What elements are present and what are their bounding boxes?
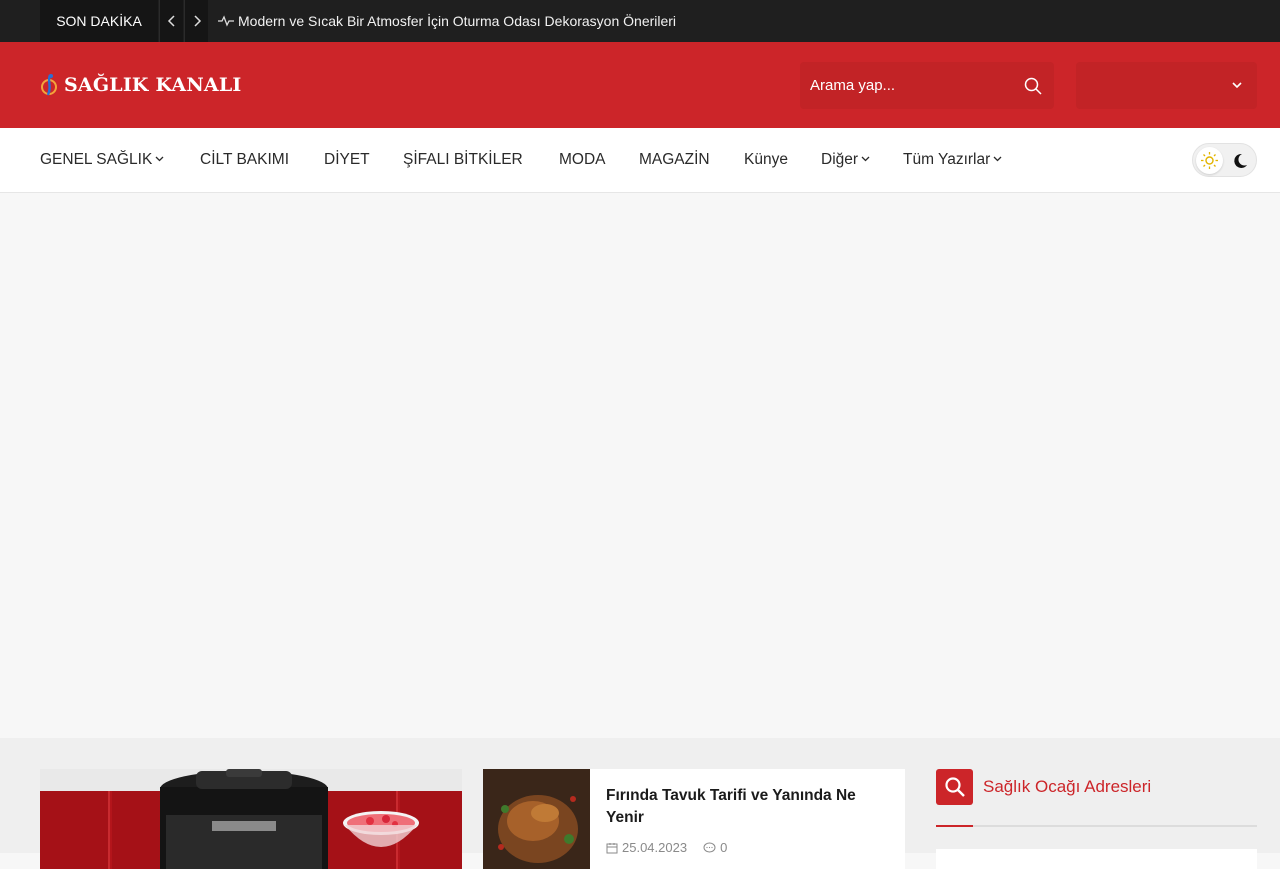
chevron-down-icon <box>861 156 870 162</box>
comment-icon <box>703 842 716 852</box>
chevron-down-icon <box>993 156 1002 162</box>
site-header: SAĞLIK KANALI <box>0 42 1280 128</box>
nav-item-magazin[interactable]: MAGAZİN <box>639 128 710 192</box>
dessert-bowl-image <box>343 811 419 847</box>
logo-mark-icon <box>41 74 57 96</box>
pressure-cooker-image <box>160 769 328 869</box>
nav-item-label: CİLT BAKIMI <box>200 151 290 168</box>
site-logo[interactable]: SAĞLIK KANALI <box>40 70 242 100</box>
search-icon <box>936 769 973 805</box>
nav-item-moda[interactable]: MODA <box>559 128 606 192</box>
nav-item-genel-saglik[interactable]: GENEL SAĞLIK <box>40 128 164 192</box>
breaking-news-bar: SON DAKİKA Modern ve Sıcak Bir Atmosfer … <box>0 0 1280 42</box>
nav-item-label: DİYET <box>324 151 370 168</box>
post-card[interactable]: Fırında Tavuk Tarifi ve Yanında Ne Yenir… <box>483 769 905 869</box>
nav-item-diyet[interactable]: DİYET <box>324 128 370 192</box>
nav-item-label: GENEL SAĞLIK <box>40 151 153 168</box>
content-section: Fırında Tavuk Tarifi ve Yanında Ne Yenir… <box>0 738 1280 869</box>
main-nav: GENEL SAĞLIK CİLT BAKIMI DİYET ŞİFALI Bİ… <box>0 128 1280 193</box>
breaking-news-headline[interactable]: Modern ve Sıcak Bir Atmosfer İçin Oturma… <box>238 0 676 42</box>
nav-item-label: MODA <box>559 151 606 168</box>
nav-item-label: Tüm Yazırlar <box>903 151 991 168</box>
search-box <box>800 62 1054 109</box>
nav-item-kunye[interactable]: Künye <box>744 128 788 192</box>
search-input[interactable] <box>800 62 1010 109</box>
featured-post-image[interactable] <box>40 769 462 869</box>
theme-toggle[interactable] <box>1192 143 1257 177</box>
widget-body <box>936 849 1257 869</box>
breaking-news-label: SON DAKİKA <box>40 0 158 42</box>
nav-item-sifali-bitkiler[interactable]: ŞİFALI BİTKİLER <box>403 128 523 192</box>
post-thumbnail[interactable] <box>483 769 590 869</box>
nav-item-label: Diğer <box>821 151 859 168</box>
nav-item-label: ŞİFALI BİTKİLER <box>403 151 523 168</box>
header-select[interactable] <box>1076 62 1257 109</box>
nav-item-label: MAGAZİN <box>639 151 710 168</box>
chevron-left-icon[interactable] <box>159 0 183 42</box>
ad-placeholder <box>0 193 1280 738</box>
widget-divider-accent <box>936 825 973 827</box>
chevron-down-icon <box>155 156 164 162</box>
post-title[interactable]: Fırında Tavuk Tarifi ve Yanında Ne Yenir <box>606 785 881 829</box>
sidebar-widget: Sağlık Ocağı Adresleri <box>936 769 1257 869</box>
widget-title: Sağlık Ocağı Adresleri <box>983 777 1152 796</box>
nav-item-cilt-bakimi[interactable]: CİLT BAKIMI <box>200 128 289 192</box>
chevron-down-icon <box>1232 82 1242 89</box>
sun-icon[interactable] <box>1196 147 1223 174</box>
calendar-icon <box>606 842 618 853</box>
nav-item-label: Künye <box>744 151 788 168</box>
activity-icon <box>218 15 234 27</box>
widget-divider <box>936 825 1257 827</box>
chevron-right-icon[interactable] <box>184 0 208 42</box>
nav-item-diger[interactable]: Diğer <box>821 128 870 192</box>
logo-text: SAĞLIK KANALI <box>64 74 242 96</box>
nav-item-tum-yazirlar[interactable]: Tüm Yazırlar <box>903 128 1002 192</box>
moon-icon[interactable] <box>1231 152 1249 170</box>
search-icon[interactable] <box>1023 76 1043 96</box>
